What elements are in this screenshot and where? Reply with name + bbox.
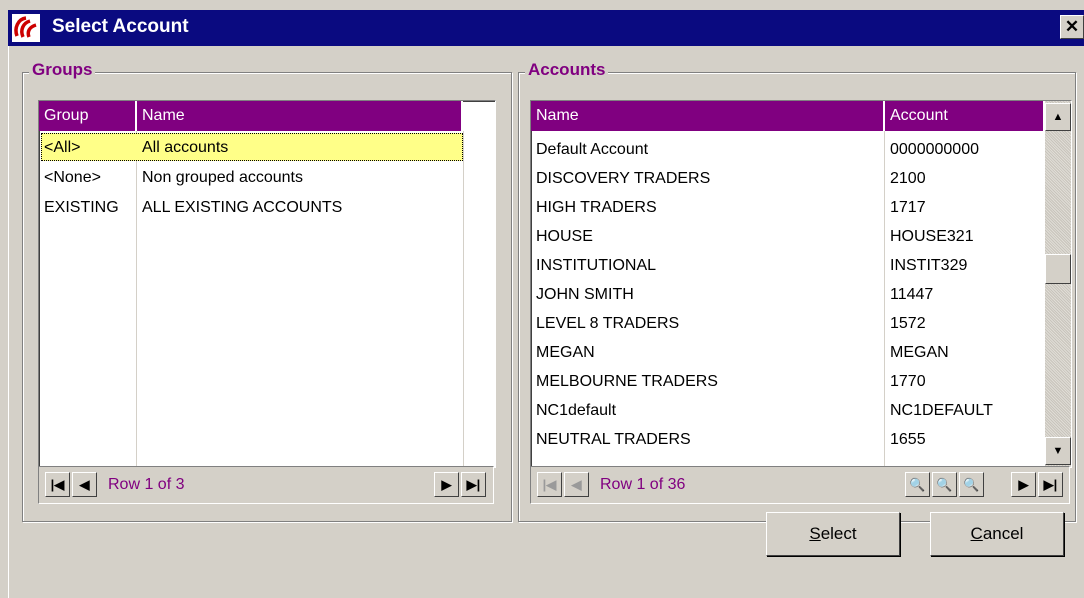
groups-column-name[interactable]: Name	[137, 101, 463, 131]
next-record-button[interactable]: ▶	[1011, 472, 1036, 497]
first-record-button[interactable]: |◀	[45, 472, 70, 497]
close-button[interactable]: ✕	[1060, 15, 1084, 39]
next-icon: ▶	[1018, 476, 1029, 492]
prev-icon: ◀	[571, 476, 582, 492]
account-number[interactable]: INSTIT329	[885, 251, 1045, 280]
account-number[interactable]: 2100	[885, 164, 1045, 193]
accounts-column-name[interactable]: Name	[531, 101, 885, 131]
account-name[interactable]: JOHN SMITH	[531, 280, 883, 309]
window-title: Select Account	[52, 16, 189, 37]
close-icon: ✕	[1064, 17, 1080, 36]
find-prev-button[interactable]: 🔍	[932, 472, 957, 497]
account-number[interactable]: NC1DEFAULT	[885, 396, 1045, 425]
prev-record-button[interactable]: ◀	[72, 472, 97, 497]
scroll-down-button[interactable]: ▼	[1045, 437, 1071, 465]
groups-row-status: Row 1 of 3	[108, 476, 185, 493]
groups-end-divider	[463, 131, 464, 467]
prev-record-button[interactable]: ◀	[564, 472, 589, 497]
binoculars-next-icon: 🔍	[963, 476, 980, 492]
groups-cell-name[interactable]: Non grouped accounts	[137, 163, 457, 192]
first-icon: |◀	[542, 476, 557, 492]
groups-cell-group: <All>	[44, 139, 81, 156]
account-number[interactable]: MEGAN	[885, 338, 1045, 367]
cancel-button-accelerator: C	[970, 524, 983, 543]
groups-navigator: |◀ ◀ Row 1 of 3 ▶ ▶|	[38, 466, 494, 504]
account-number[interactable]: 1572	[885, 309, 1045, 338]
first-record-button[interactable]: |◀	[537, 472, 562, 497]
accounts-row-status: Row 1 of 36	[600, 476, 686, 493]
account-number[interactable]: 1655	[885, 425, 1045, 454]
account-number[interactable]: HOUSE321	[885, 222, 1045, 251]
accounts-list[interactable]: Name Account Default Account 0000000000 …	[530, 100, 1072, 468]
scroll-thumb[interactable]	[1045, 254, 1071, 284]
first-icon: |◀	[50, 476, 65, 492]
account-name[interactable]: NC1default	[531, 396, 883, 425]
next-record-button[interactable]: ▶	[434, 472, 459, 497]
find-next-button[interactable]: 🔍	[959, 472, 984, 497]
account-number[interactable]: 11447	[885, 280, 1045, 309]
select-button[interactable]: Select	[766, 512, 900, 556]
binoculars-prev-icon: 🔍	[936, 476, 953, 492]
account-number[interactable]: 0000000000	[885, 135, 1045, 164]
last-icon: ▶|	[1043, 476, 1058, 492]
account-number[interactable]: 1717	[885, 193, 1045, 222]
prev-icon: ◀	[79, 476, 90, 492]
account-name[interactable]: HIGH TRADERS	[531, 193, 883, 222]
cancel-button-label: ancel	[982, 524, 1024, 543]
groups-cell-name: All accounts	[142, 139, 229, 156]
select-button-label: elect	[820, 524, 857, 543]
account-name[interactable]: HOUSE	[531, 222, 883, 251]
title-bar: Select Account ✕	[8, 10, 1084, 46]
groups-cell-group[interactable]: EXISTING	[39, 193, 137, 222]
cancel-button[interactable]: Cancel	[930, 512, 1064, 556]
accounts-column-account[interactable]: Account	[885, 101, 1045, 131]
groups-column-group[interactable]: Group	[39, 101, 137, 131]
account-name[interactable]: NEUTRAL TRADERS	[531, 425, 883, 454]
account-name[interactable]: MEGAN	[531, 338, 883, 367]
accounts-scrollbar[interactable]: ▲ ▼	[1045, 101, 1071, 467]
binoculars-icon: 🔍	[909, 476, 926, 492]
account-name[interactable]: INSTITUTIONAL	[531, 251, 883, 280]
app-logo-icon	[12, 14, 40, 42]
account-name[interactable]: MELBOURNE TRADERS	[531, 367, 883, 396]
scroll-up-icon: ▲	[1052, 111, 1064, 123]
accounts-panel-title: Accounts	[525, 60, 609, 80]
scroll-down-icon: ▼	[1052, 445, 1064, 457]
accounts-navigator: |◀ ◀ Row 1 of 36 🔍 🔍 🔍 ▶ ▶|	[530, 466, 1070, 504]
find-button[interactable]: 🔍	[905, 472, 930, 497]
account-name[interactable]: DISCOVERY TRADERS	[531, 164, 883, 193]
last-icon: ▶|	[466, 476, 481, 492]
account-number[interactable]: 1770	[885, 367, 1045, 396]
groups-cell-name[interactable]: ALL EXISTING ACCOUNTS	[137, 193, 457, 222]
last-record-button[interactable]: ▶|	[1038, 472, 1063, 497]
groups-cell-group[interactable]: <None>	[39, 163, 137, 192]
last-record-button[interactable]: ▶|	[461, 472, 486, 497]
groups-panel-title: Groups	[29, 60, 96, 80]
select-button-accelerator: S	[809, 524, 821, 543]
account-name[interactable]: LEVEL 8 TRADERS	[531, 309, 883, 338]
account-name[interactable]: Default Account	[531, 135, 883, 164]
next-icon: ▶	[441, 476, 452, 492]
groups-list[interactable]: Group Name <All> All accounts <None> Non…	[38, 100, 496, 468]
scroll-up-button[interactable]: ▲	[1045, 103, 1071, 131]
